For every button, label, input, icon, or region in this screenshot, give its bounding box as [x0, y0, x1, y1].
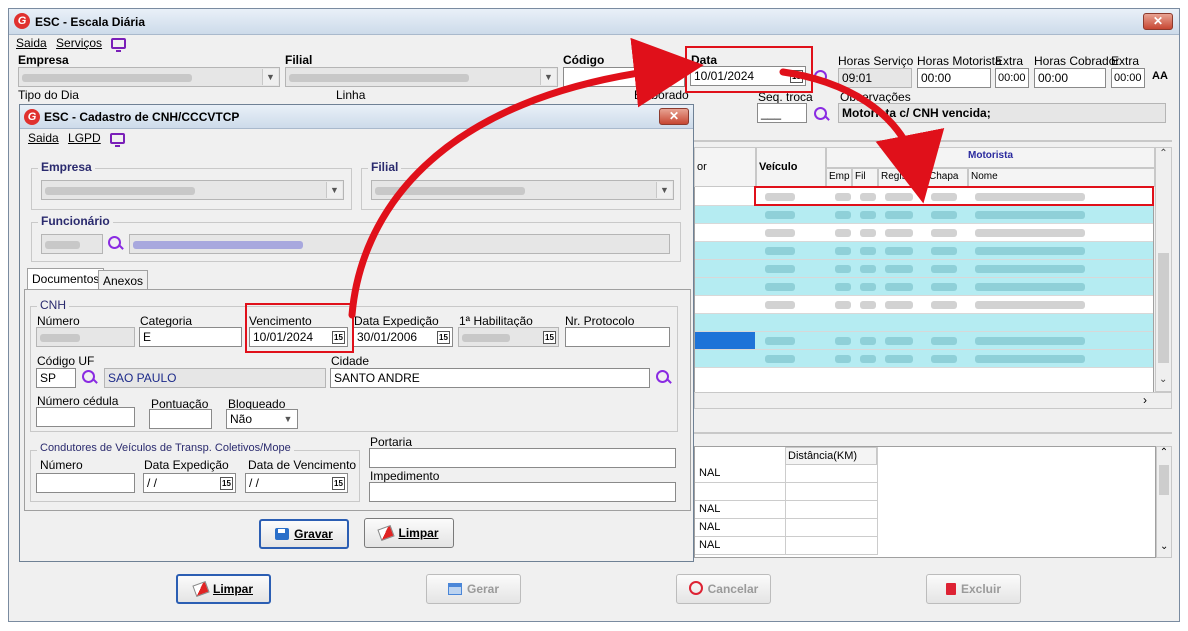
- annotation-arrows: [348, 37, 945, 319]
- arrow-vencimento-to-data: [348, 37, 704, 319]
- arrow-data-to-motorista-row: [779, 68, 945, 204]
